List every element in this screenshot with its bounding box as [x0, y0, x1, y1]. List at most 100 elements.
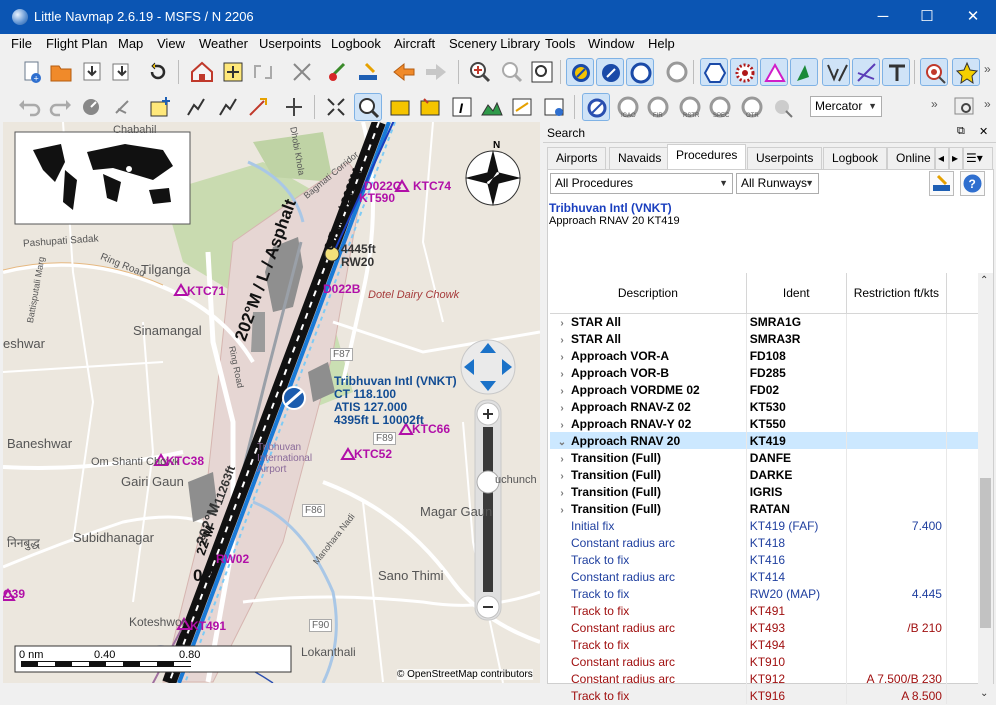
waypoint-ktc38[interactable]: KTC38	[166, 454, 204, 468]
flight-plan-route-icon[interactable]	[288, 58, 316, 86]
expand-chevron-icon[interactable]: ›	[553, 505, 571, 516]
new-flight-plan-icon[interactable]: +	[18, 58, 46, 86]
save-flight-plan-icon[interactable]	[78, 58, 106, 86]
undo-icon[interactable]	[16, 93, 44, 121]
table-row[interactable]: Track to fix KT416	[550, 551, 988, 568]
redo-icon[interactable]	[46, 93, 74, 121]
show-user-waypoints-icon[interactable]	[760, 58, 788, 86]
column-description[interactable]: Description	[550, 273, 747, 314]
menu-weather[interactable]: Weather	[199, 36, 248, 51]
expand-chevron-icon[interactable]: ›	[553, 386, 571, 397]
add-userpoint-icon[interactable]	[146, 93, 174, 121]
show-ils-icon[interactable]	[663, 58, 691, 86]
menu-userpoints[interactable]: Userpoints	[259, 36, 321, 51]
show-jet-airways-icon[interactable]	[852, 58, 880, 86]
show-holdings-icon[interactable]	[730, 58, 758, 86]
tab-scroll-right-icon[interactable]: ▸	[949, 147, 963, 169]
column-ident[interactable]: Ident	[746, 273, 847, 314]
menu-flight-plan[interactable]: Flight Plan	[46, 36, 107, 51]
tab-userpoints[interactable]: Userpoints	[747, 147, 823, 169]
show-airways-icon[interactable]	[790, 58, 818, 86]
table-row[interactable]: Track to fix KT916 A 8.500	[550, 687, 988, 704]
map-details-icon[interactable]	[386, 93, 414, 121]
waypoint-ktc52[interactable]: KTC52	[354, 447, 392, 461]
save-as-icon[interactable]	[108, 58, 136, 86]
tab-procedures[interactable]: Procedures	[667, 144, 747, 169]
tab-scroll-left-icon[interactable]: ◂	[935, 147, 949, 169]
minimize-button[interactable]: ─	[860, 0, 906, 34]
show-vor-icon[interactable]	[566, 58, 594, 86]
table-row[interactable]: Track to fix KT494	[550, 636, 988, 653]
waypoint-kt590[interactable]: KT590	[359, 191, 395, 205]
projection-select[interactable]: Mercator ▼	[810, 96, 882, 117]
table-row[interactable]: › STAR All SMRA3R	[550, 330, 988, 347]
waypoint-ktc71[interactable]: KTC71	[187, 284, 225, 298]
clear-selection-icon[interactable]	[929, 171, 954, 196]
menu-logbook[interactable]: Logbook	[331, 36, 381, 51]
table-row[interactable]: Constant radius arc KT910	[550, 653, 988, 670]
table-row[interactable]: Constant radius arc KT493/B 210	[550, 619, 988, 636]
maximize-button[interactable]: ☐	[904, 0, 950, 34]
tab-menu-icon[interactable]: ☰▾	[963, 147, 993, 169]
toolbar3-overflow-icon[interactable]: »	[984, 97, 991, 111]
show-victor-airways-icon[interactable]	[822, 58, 850, 86]
undock-icon[interactable]: ⧉	[957, 125, 965, 138]
aircraft-edit-icon[interactable]	[354, 58, 382, 86]
aircraft-center-icon[interactable]	[280, 93, 308, 121]
menu-view[interactable]: View	[157, 36, 185, 51]
table-row[interactable]: Constant radius arc KT414	[550, 568, 988, 585]
elevation-profile-icon[interactable]	[478, 93, 506, 121]
table-row[interactable]: › Approach RNAV-Y 02 KT550	[550, 415, 988, 432]
aircraft-trail-icon[interactable]	[508, 93, 536, 121]
expand-chevron-icon[interactable]: ⌄	[553, 437, 571, 448]
home-icon[interactable]	[188, 58, 216, 86]
scroll-down-icon[interactable]: ⌄	[980, 688, 988, 699]
show-dme-icon[interactable]	[626, 58, 654, 86]
map-view[interactable]: Chabahil Tilganga Pashupati Sadak Ring R…	[3, 122, 540, 683]
table-row[interactable]: › Approach VOR-A FD108	[550, 347, 988, 364]
toolbar-overflow-icon[interactable]: »	[984, 62, 991, 76]
fullscreen-icon[interactable]	[322, 93, 350, 121]
zoom-in-button[interactable]	[477, 403, 499, 425]
search-window-icon[interactable]	[951, 93, 979, 121]
table-row[interactable]: › Transition (Full) RATAN	[550, 500, 988, 517]
other-airspace-icon[interactable]: OTR	[738, 93, 766, 121]
menu-map[interactable]: Map	[118, 36, 143, 51]
zoom-in-icon[interactable]	[466, 58, 494, 86]
zoom-out-button[interactable]	[477, 596, 499, 618]
restricted-airspace-icon[interactable]: RSTR	[676, 93, 704, 121]
runway-filter-select[interactable]: All Runways ▼	[736, 173, 819, 194]
table-row[interactable]: › Approach RNAV-Z 02 KT530	[550, 398, 988, 415]
back-icon[interactable]	[390, 58, 418, 86]
tab-online[interactable]: Online C	[887, 147, 935, 169]
measure-icon[interactable]	[78, 93, 106, 121]
table-row[interactable]: Track to fix KT491	[550, 602, 988, 619]
expand-chevron-icon[interactable]: ›	[553, 318, 571, 329]
info-text-icon[interactable]: I	[448, 93, 476, 121]
edit-leg-icon[interactable]	[249, 58, 277, 86]
scroll-up-icon[interactable]: ⌃	[980, 275, 988, 286]
show-ndb-icon[interactable]	[596, 58, 624, 86]
show-favorites-icon[interactable]	[952, 58, 980, 86]
table-row[interactable]: › Approach VORDME 02 FD02	[550, 381, 988, 398]
table-row[interactable]: ⌄ Approach RNAV 20 KT419	[550, 432, 988, 449]
remove-aircraft-icon[interactable]	[324, 58, 352, 86]
icao-airspace-icon[interactable]: ICAO	[614, 93, 642, 121]
tab-navaids[interactable]: Navaids	[609, 147, 671, 169]
menu-scenery-library[interactable]: Scenery Library	[449, 36, 540, 51]
waypoint-kt491[interactable]: KT491	[190, 619, 226, 633]
zoom-slider[interactable]	[477, 471, 499, 493]
procedure-legs-icon[interactable]	[182, 93, 210, 121]
map-legend-icon[interactable]	[540, 93, 568, 121]
procedure-arc-icon[interactable]	[214, 93, 242, 121]
world-overview-map[interactable]	[15, 132, 190, 224]
expand-chevron-icon[interactable]: ›	[553, 471, 571, 482]
expand-chevron-icon[interactable]: ›	[553, 454, 571, 465]
waypoint-rw02[interactable]: RW02	[216, 552, 249, 566]
airspace-icon[interactable]	[582, 93, 610, 121]
show-waypoints-icon[interactable]	[700, 58, 728, 86]
fir-airspace-icon[interactable]: FIR	[644, 93, 672, 121]
table-row[interactable]: › Approach VOR-B FD285	[550, 364, 988, 381]
pan-control-icon[interactable]	[461, 340, 515, 394]
table-row[interactable]: Initial fix KT419 (FAF) 7.400	[550, 517, 988, 534]
